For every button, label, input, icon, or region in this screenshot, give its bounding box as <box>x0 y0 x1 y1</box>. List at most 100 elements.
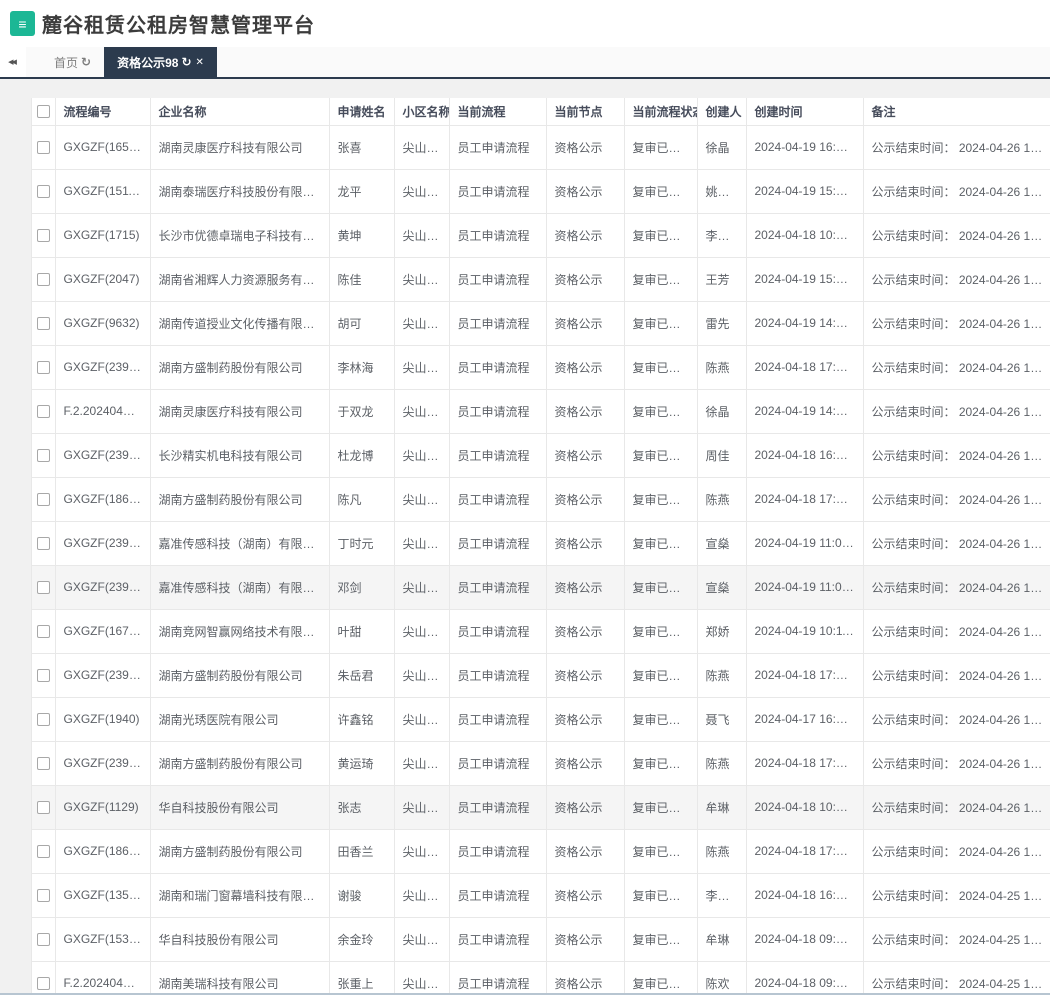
cell-current-node: 资格公示 <box>546 741 625 786</box>
row-checkbox-cell <box>32 741 56 786</box>
cell-created-time: 2024-04-18 17:13:39 <box>746 653 864 698</box>
cell-created-time: 2024-04-19 15:01:01 <box>746 169 864 214</box>
tab-list: 首页 ↻ 资格公示98 ↻ ✕ <box>41 47 217 77</box>
cell-current-node: 资格公示 <box>546 477 625 522</box>
row-checkbox[interactable] <box>36 493 50 507</box>
cell-applicant: 丁时元 <box>329 521 395 566</box>
cell-process-id: GXGZF(13588) <box>55 873 151 918</box>
cell-creator: 陈燕 <box>697 829 747 874</box>
cell-created-time: 2024-04-18 17:13:40 <box>746 829 864 874</box>
cell-company: 湖南竞网智赢网络技术有限公司 <box>150 609 330 654</box>
row-checkbox-cell <box>32 301 56 346</box>
refresh-icon[interactable]: ↻ <box>81 55 91 69</box>
hamburger-icon: ≡ <box>18 15 27 32</box>
close-icon[interactable]: ✕ <box>196 57 204 68</box>
cell-current-flow: 员工申请流程 <box>449 697 547 742</box>
row-checkbox[interactable] <box>36 977 50 991</box>
column-header: 企业名称 <box>150 98 330 126</box>
cell-community: 尖山印象 <box>394 213 450 258</box>
row-checkbox[interactable] <box>36 537 50 551</box>
row-checkbox[interactable] <box>36 845 50 859</box>
cell-applicant: 杜龙博 <box>329 433 395 478</box>
cell-applicant: 陈佳 <box>329 257 395 302</box>
cell-applicant: 李林海 <box>329 345 395 390</box>
cell-community: 尖山印象 <box>394 785 450 830</box>
table-row: GXGZF(15110) 湖南泰瑞医疗科技股份有限公司 龙平 尖山印象 员工申请流程 资格… <box>32 169 1050 214</box>
cell-process-id: GXGZF(18697) <box>55 829 151 874</box>
row-checkbox[interactable] <box>36 317 50 331</box>
column-header: 当前节点 <box>546 98 625 126</box>
row-checkbox[interactable] <box>36 273 50 287</box>
row-checkbox[interactable] <box>36 449 50 463</box>
cell-current-flow: 员工申请流程 <box>449 389 547 434</box>
cell-created-time: 2024-04-18 17:13:39 <box>746 477 864 522</box>
table-row: GXGZF(23984) 嘉准传感科技（湖南）有限公司 丁时元 尖山印象 员工申请流程资… <box>32 521 1050 566</box>
refresh-icon[interactable]: ↻ <box>181 55 191 69</box>
table-row: GXGZF(23980) 长沙精实机电科技有限公司 杜龙博 尖山印象 员工申请流程 资格公… <box>32 433 1050 478</box>
sidebar-toggle-button[interactable]: ≡ <box>10 11 35 36</box>
row-checkbox[interactable] <box>36 801 50 815</box>
tab-qualification-publicity[interactable]: 资格公示98 ↻ ✕ <box>104 47 217 77</box>
main-content: 流程编号企业名称申请姓名小区名称当前流程当前节点当前流程状态创建人创建时间备注 … <box>0 79 1050 995</box>
cell-community: 尖山印象 <box>394 477 450 522</box>
row-checkbox[interactable] <box>36 625 50 639</box>
cell-creator: 陈燕 <box>697 345 747 390</box>
row-checkbox[interactable] <box>36 229 50 243</box>
cell-current-flow: 员工申请流程 <box>449 917 547 962</box>
cell-current-node: 资格公示 <box>546 345 625 390</box>
cell-community: 尖山印象 <box>394 873 450 918</box>
column-header: 创建人 <box>697 98 747 126</box>
row-checkbox[interactable] <box>36 669 50 683</box>
cell-process-id: GXGZF(16794) <box>55 609 151 654</box>
cell-created-time: 2024-04-18 17:13:39 <box>746 345 864 390</box>
row-checkbox[interactable] <box>36 185 50 199</box>
row-checkbox-cell <box>32 125 56 170</box>
select-all-checkbox[interactable] <box>36 105 50 119</box>
tab-bar: ◀◀ 首页 ↻ 资格公示98 ↻ ✕ <box>0 47 1050 79</box>
row-checkbox[interactable] <box>36 889 50 903</box>
row-checkbox[interactable] <box>36 581 50 595</box>
cell-current-node: 资格公示 <box>546 785 625 830</box>
cell-remark: 公示结束时间： 2024-04-25 16:49:22 <box>863 961 1050 995</box>
row-checkbox-cell <box>32 653 56 698</box>
cell-flow-status: 复审已通过 <box>624 873 698 918</box>
table-row: GXGZF(1129) 华自科技股份有限公司 张志 尖山印象 员工申请流程 资格公示 复审已… <box>32 785 1050 830</box>
cell-process-id: F.2.202404191... <box>55 389 151 434</box>
cell-creator: 雷先 <box>697 301 747 346</box>
column-header: 创建时间 <box>746 98 864 126</box>
cell-applicant: 张重上 <box>329 961 395 995</box>
row-checkbox[interactable] <box>36 713 50 727</box>
cell-remark: 公示结束时间： 2024-04-26 14:22:26 <box>863 565 1050 610</box>
cell-applicant: 胡可 <box>329 301 395 346</box>
row-checkbox[interactable] <box>36 141 50 155</box>
row-checkbox[interactable] <box>36 361 50 375</box>
row-checkbox[interactable] <box>36 933 50 947</box>
column-header: 当前流程状态 <box>624 98 698 126</box>
cell-company: 长沙市优德卓瑞电子科技有限公司 <box>150 213 330 258</box>
cell-applicant: 张喜 <box>329 125 395 170</box>
cell-company: 华自科技股份有限公司 <box>150 917 330 962</box>
cell-current-flow: 员工申请流程 <box>449 125 547 170</box>
table-row: GXGZF(23982) 湖南方盛制药股份有限公司 李林海 尖山印象 员工申请流程 资格公… <box>32 345 1050 390</box>
cell-community: 尖山印象 <box>394 829 450 874</box>
cell-remark: 公示结束时间： 2024-04-26 16:31:55 <box>863 301 1050 346</box>
cell-community: 尖山印象 <box>394 917 450 962</box>
cell-remark: 公示结束时间： 2024-04-25 16:49:32 <box>863 917 1050 962</box>
cell-flow-status: 复审已通过 <box>624 829 698 874</box>
cell-company: 华自科技股份有限公司 <box>150 785 330 830</box>
cell-flow-status: 复审已通过 <box>624 565 698 610</box>
cell-process-id: F.2.202404180... <box>55 961 151 995</box>
table-row: F.2.202404191... 湖南灵康医疗科技有限公司 于双龙 尖山印象 员工申请流… <box>32 389 1050 434</box>
cell-company: 湖南和瑞门窗幕墙科技有限公司 <box>150 873 330 918</box>
cell-created-time: 2024-04-18 10:25:04 <box>746 213 864 258</box>
tab-home[interactable]: 首页 ↻ <box>41 47 104 77</box>
table-row: GXGZF(2047) 湖南省湘辉人力资源服务有限公司 陈佳 尖山印象 员工申请流程 资格… <box>32 257 1050 302</box>
cell-creator: 宣燊 <box>697 521 747 566</box>
table-row: GXGZF(16578) 湖南灵康医疗科技有限公司 张喜 尖山印象 员工申请流程 资格公示… <box>32 125 1050 170</box>
row-checkbox-cell <box>32 433 56 478</box>
cell-flow-status: 复审已通过 <box>624 917 698 962</box>
tabs-collapse-button[interactable]: ◀◀ <box>0 47 26 77</box>
row-checkbox[interactable] <box>36 757 50 771</box>
row-checkbox[interactable] <box>36 405 50 419</box>
cell-created-time: 2024-04-18 16:59:38 <box>746 433 864 478</box>
